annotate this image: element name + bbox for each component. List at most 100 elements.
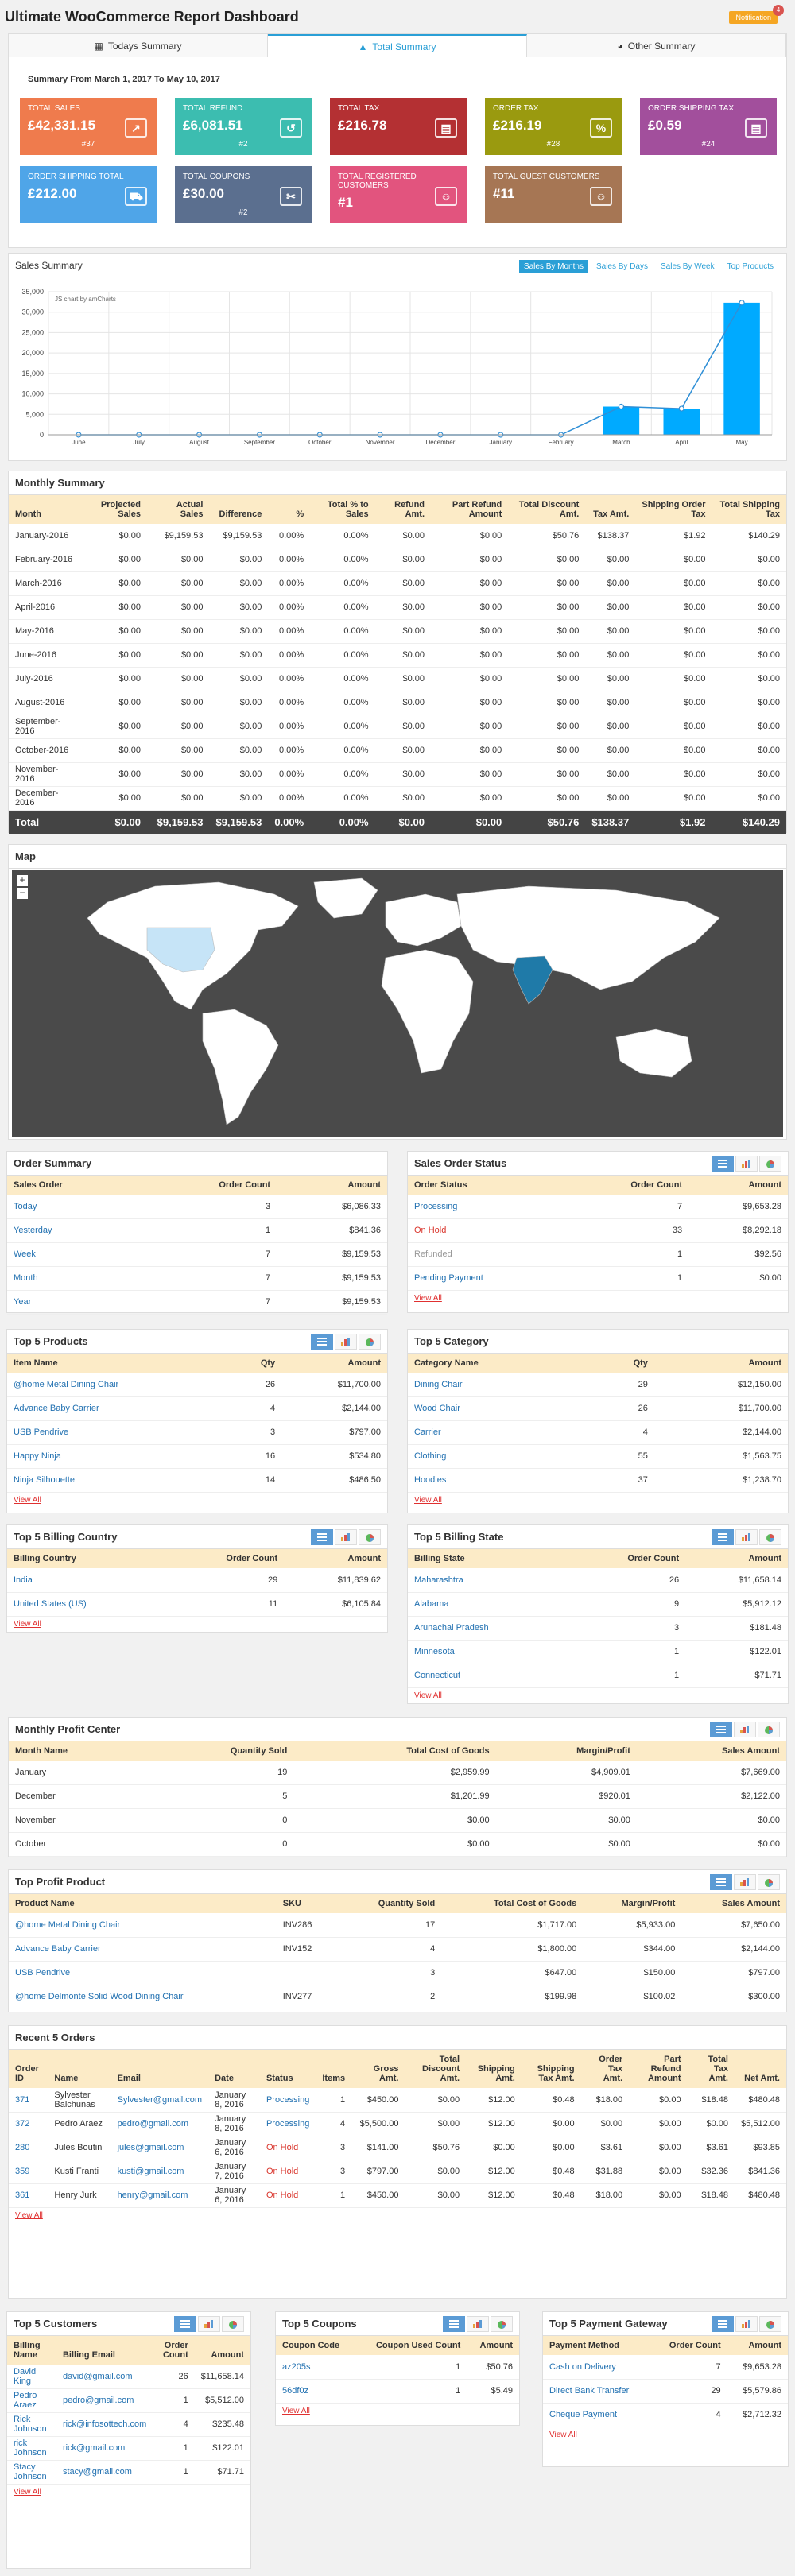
table-link[interactable]: az205s	[282, 2362, 310, 2372]
table-link[interactable]: Dining Chair	[414, 1380, 463, 1389]
table-cell[interactable]: Sylvester@gmail.com	[111, 2088, 209, 2113]
table-cell[interactable]: @home Delmonte Solid Wood Dining Chair	[9, 1985, 277, 2009]
table-link[interactable]: 359	[15, 2167, 29, 2176]
bar-chart-icon[interactable]	[734, 1874, 756, 1890]
table-link[interactable]: Stacy Johnson	[14, 2462, 47, 2481]
table-cell[interactable]: rick@infosottech.com	[56, 2412, 153, 2437]
table-link[interactable]: david@gmail.com	[63, 2372, 133, 2381]
table-cell[interactable]: david@gmail.com	[56, 2365, 153, 2389]
table-cell[interactable]: pedro@gmail.com	[111, 2112, 209, 2136]
view-all-link[interactable]: View All	[408, 1493, 788, 1508]
bar-chart-icon[interactable]	[335, 1529, 357, 1545]
table-link[interactable]: Cheque Payment	[549, 2410, 617, 2419]
bar-chart-icon[interactable]	[335, 1334, 357, 1350]
table-view-icon[interactable]	[443, 2316, 465, 2332]
table-link[interactable]: United States (US)	[14, 1599, 87, 1609]
table-cell[interactable]: Yesterday	[7, 1218, 140, 1243]
table-link[interactable]: Minnesota	[414, 1647, 455, 1656]
table-cell[interactable]: jules@gmail.com	[111, 2136, 209, 2160]
table-cell[interactable]: Cheque Payment	[543, 2403, 652, 2427]
table-link[interactable]: Ninja Silhouette	[14, 1475, 75, 1485]
table-cell[interactable]: Maharashtra	[408, 1568, 568, 1593]
table-cell[interactable]: Today	[7, 1195, 140, 1219]
bar-chart-icon[interactable]	[734, 1722, 756, 1737]
table-view-icon[interactable]	[712, 1156, 734, 1172]
table-cell[interactable]: 56df0z	[276, 2379, 356, 2404]
table-link[interactable]: Today	[14, 1202, 37, 1211]
table-cell[interactable]: 361	[9, 2183, 48, 2208]
table-link[interactable]: rick@infosottech.com	[63, 2419, 146, 2429]
table-cell[interactable]: Advance Baby Carrier	[9, 1937, 277, 1962]
pie-chart-icon[interactable]	[359, 1529, 381, 1545]
sales-by-months-button[interactable]: Sales By Months	[518, 260, 588, 273]
view-all-link[interactable]: View All	[543, 2427, 788, 2442]
notification-button[interactable]: Notification 4	[729, 5, 784, 24]
table-view-icon[interactable]	[311, 1334, 333, 1350]
table-cell[interactable]: 372	[9, 2112, 48, 2136]
table-link[interactable]: Rick Johnson	[14, 2415, 47, 2434]
table-cell[interactable]: Clothing	[408, 1444, 590, 1469]
table-link[interactable]: Pedro Araez	[14, 2391, 37, 2410]
table-link[interactable]: 56df0z	[282, 2386, 308, 2396]
table-cell[interactable]: 280	[9, 2136, 48, 2160]
view-all-link[interactable]: View All	[7, 1493, 387, 1508]
table-cell[interactable]: rick@gmail.com	[56, 2436, 153, 2461]
table-cell[interactable]: Ninja Silhouette	[7, 1468, 231, 1493]
table-cell[interactable]: az205s	[276, 2355, 356, 2380]
table-cell[interactable]: Alabama	[408, 1592, 568, 1617]
table-link[interactable]: Wood Chair	[414, 1404, 460, 1413]
table-link[interactable]: 372	[15, 2119, 29, 2129]
pie-chart-icon[interactable]	[758, 1874, 780, 1890]
table-cell[interactable]: @home Metal Dining Chair	[7, 1373, 231, 1397]
table-cell[interactable]: Dining Chair	[408, 1373, 590, 1397]
table-link[interactable]: Advance Baby Carrier	[15, 1944, 101, 1954]
table-cell[interactable]: Minnesota	[408, 1640, 568, 1664]
table-view-icon[interactable]	[712, 2316, 734, 2332]
table-cell[interactable]: @home Metal Dining Chair	[9, 1913, 277, 1938]
table-cell[interactable]: United States (US)	[7, 1592, 165, 1617]
table-link[interactable]: kusti@gmail.com	[118, 2167, 184, 2176]
sales-by-week-button[interactable]: Sales By Week	[656, 260, 719, 273]
table-cell[interactable]: henry@gmail.com	[111, 2183, 209, 2208]
table-cell[interactable]: India	[7, 1568, 165, 1593]
table-cell[interactable]: stacy@gmail.com	[56, 2460, 153, 2485]
bar-chart-icon[interactable]	[735, 2316, 758, 2332]
table-cell[interactable]: Rick Johnson	[7, 2412, 56, 2437]
table-cell[interactable]: David King	[7, 2365, 56, 2389]
table-link[interactable]: Maharashtra	[414, 1575, 463, 1585]
view-all-link[interactable]: View All	[276, 2404, 519, 2419]
table-cell[interactable]: rick Johnson	[7, 2436, 56, 2461]
table-link[interactable]: Month	[14, 1273, 38, 1283]
bar-chart-icon[interactable]	[467, 2316, 489, 2332]
table-link[interactable]: Clothing	[414, 1451, 446, 1461]
tab-total-summary[interactable]: ▲ Total Summary	[268, 34, 527, 57]
table-cell[interactable]: Happy Ninja	[7, 1444, 231, 1469]
table-link[interactable]: 361	[15, 2191, 29, 2200]
table-link[interactable]: Hoodies	[414, 1475, 446, 1485]
table-link[interactable]: Advance Baby Carrier	[14, 1404, 99, 1413]
table-link[interactable]: Year	[14, 1297, 31, 1307]
bar-chart-icon[interactable]	[735, 1529, 758, 1545]
tab-todays-summary[interactable]: ▦ Todays Summary	[9, 34, 268, 57]
table-link[interactable]: Connecticut	[414, 1671, 460, 1680]
table-view-icon[interactable]	[710, 1722, 732, 1737]
table-cell[interactable]: Wood Chair	[408, 1396, 590, 1421]
table-link[interactable]: @home Metal Dining Chair	[15, 1920, 120, 1930]
table-link[interactable]: USB Pendrive	[14, 1427, 68, 1437]
table-view-icon[interactable]	[712, 1529, 734, 1545]
pie-chart-icon[interactable]	[759, 2316, 781, 2332]
table-cell[interactable]: Cash on Delivery	[543, 2355, 652, 2380]
sales-by-days-button[interactable]: Sales By Days	[591, 260, 653, 273]
table-cell[interactable]: 371	[9, 2088, 48, 2113]
pie-chart-icon[interactable]	[491, 2316, 513, 2332]
view-all-link[interactable]: View All	[9, 2208, 786, 2223]
map-zoom-in-button[interactable]: +	[17, 875, 28, 886]
pie-chart-icon[interactable]	[222, 2316, 244, 2332]
table-cell[interactable]: Arunachal Pradesh	[408, 1616, 568, 1641]
table-link[interactable]: henry@gmail.com	[118, 2191, 188, 2200]
top-products-button[interactable]: Top Products	[723, 260, 778, 273]
table-link[interactable]: Happy Ninja	[14, 1451, 61, 1461]
bar-chart-icon[interactable]	[198, 2316, 220, 2332]
table-cell[interactable]: Advance Baby Carrier	[7, 1396, 231, 1421]
table-link[interactable]: 280	[15, 2143, 29, 2152]
